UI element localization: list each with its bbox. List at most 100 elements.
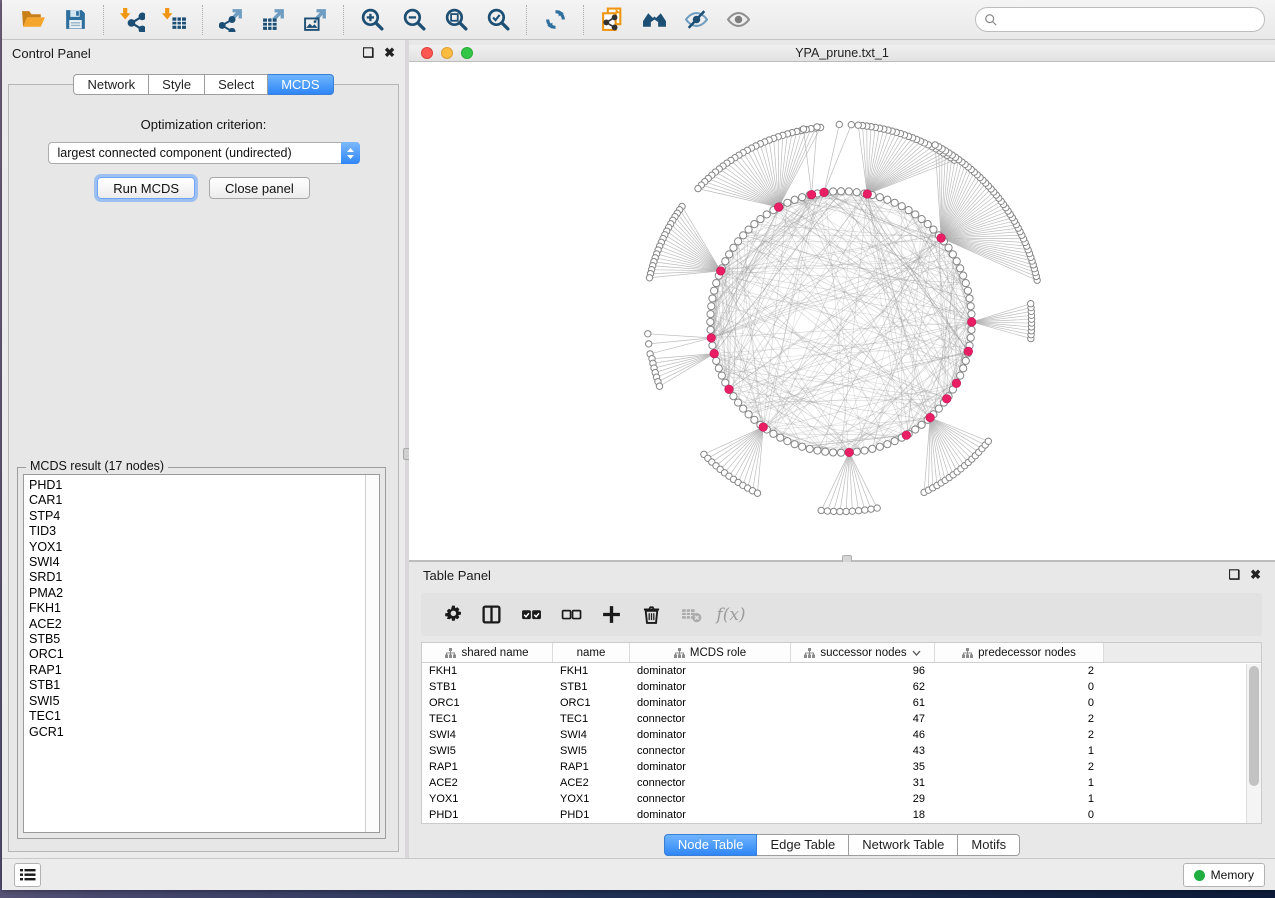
mcds-result-item[interactable]: CAR1 [29,493,379,508]
table-scrollbar-thumb[interactable] [1249,666,1259,786]
open-folder-icon[interactable] [12,4,54,36]
mcds-result-item[interactable]: TEC1 [29,709,379,724]
table-row[interactable]: FKH1FKH1dominator962 [422,663,1261,679]
import-network-icon[interactable] [111,4,153,36]
cell-shared-name: RAP1 [422,759,553,775]
hide-partial-eye-icon[interactable] [675,4,717,36]
column-header-name[interactable]: name [553,643,630,662]
table-panel-titlebar: Table Panel ❏ ✖ [409,562,1275,588]
mcds-result-item[interactable]: STB1 [29,678,379,693]
search-input[interactable] [998,13,1264,27]
zoom-selected-icon[interactable] [477,4,519,36]
table-row[interactable]: SWI5SWI5connector431 [422,743,1261,759]
tab-edge-table[interactable]: Edge Table [757,834,849,856]
network-canvas[interactable] [409,62,1275,560]
mcds-result-item[interactable]: PHD1 [29,478,379,493]
mcds-result-item[interactable]: ACE2 [29,617,379,632]
select-all-icon[interactable] [511,597,551,633]
save-icon[interactable] [54,4,96,36]
table-scrollbar[interactable] [1246,664,1261,823]
search-box[interactable] [975,7,1265,32]
export-image-icon[interactable] [294,4,336,36]
tab-select[interactable]: Select [205,74,268,95]
status-bar: Memory [2,858,1275,890]
deselect-all-icon[interactable] [551,597,591,633]
cell-MCDS-role: connector [630,743,791,759]
network-graph[interactable] [409,62,1275,560]
tab-network-table[interactable]: Network Table [849,834,958,856]
column-header-successor-nodes[interactable]: successor nodes [791,643,935,662]
zoom-in-icon[interactable] [351,4,393,36]
zoom-out-icon[interactable] [393,4,435,36]
table-row[interactable]: PHD1PHD1dominator180 [422,807,1261,823]
table-row[interactable]: YOX1YOX1connector291 [422,791,1261,807]
tab-motifs[interactable]: Motifs [958,834,1020,856]
cell-name: ACE2 [553,775,630,791]
tab-mcds[interactable]: MCDS [268,74,333,95]
task-history-button[interactable] [14,863,41,887]
show-columns-icon[interactable] [471,597,511,633]
tab-network[interactable]: Network [73,74,149,95]
show-eye-icon[interactable] [717,4,759,36]
delete-row-icon[interactable] [631,597,671,633]
cell-name: SWI4 [553,727,630,743]
close-traffic-light[interactable] [421,47,433,59]
toolbar-separator [343,5,344,35]
clone-network-icon[interactable] [591,4,633,36]
mcds-result-item[interactable]: FKH1 [29,601,379,616]
import-table-icon[interactable] [153,4,195,36]
column-header-MCDS-role[interactable]: MCDS role [630,643,791,662]
add-row-icon[interactable] [591,597,631,633]
mcds-result-item[interactable]: GCR1 [29,725,379,740]
cell-shared-name: FKH1 [422,663,553,679]
refresh-icon[interactable] [534,4,576,36]
mcds-result-item[interactable]: PMA2 [29,586,379,601]
mcds-result-item[interactable]: SWI4 [29,555,379,570]
float-panel-icon[interactable]: ❏ [362,45,374,61]
settings-gear-icon[interactable] [431,597,471,633]
table-row[interactable]: ORC1ORC1dominator610 [422,695,1261,711]
maximize-traffic-light[interactable] [461,47,473,59]
float-table-panel-icon[interactable]: ❏ [1228,567,1240,583]
close-panel-icon[interactable]: ✖ [384,45,395,61]
table-row[interactable]: STB1STB1dominator620 [422,679,1261,695]
zoom-fit-icon[interactable] [435,4,477,36]
table-header-row: shared namenameMCDS rolesuccessor nodesp… [422,643,1261,663]
run-mcds-button[interactable]: Run MCDS [97,177,195,199]
mcds-result-item[interactable]: YOX1 [29,540,379,555]
tab-style[interactable]: Style [149,74,205,95]
mcds-result-item[interactable]: SRD1 [29,570,379,585]
mcds-result-item[interactable]: TID3 [29,524,379,539]
cell-successor-nodes: 43 [791,743,935,759]
minimize-traffic-light[interactable] [441,47,453,59]
close-table-panel-icon[interactable]: ✖ [1250,567,1261,583]
search-binoculars-icon[interactable] [633,4,675,36]
table-row[interactable]: TEC1TEC1connector472 [422,711,1261,727]
search-icon [984,13,998,27]
close-panel-button[interactable]: Close panel [209,177,310,199]
export-network-icon[interactable] [210,4,252,36]
column-header-predecessor-nodes[interactable]: predecessor nodes [935,643,1104,662]
dropdown-selected-value: largest connected component (undirected) [49,146,341,160]
memory-label: Memory [1211,868,1254,882]
mcds-result-item[interactable]: ORC1 [29,647,379,662]
cell-predecessor-nodes: 2 [935,759,1104,775]
tab-node-table[interactable]: Node Table [664,834,758,856]
memory-button[interactable]: Memory [1183,863,1265,887]
mcds-result-item[interactable]: STP4 [29,509,379,524]
toolbar-separator [526,5,527,35]
mcds-result-item[interactable]: RAP1 [29,663,379,678]
column-header-shared-name[interactable]: shared name [422,643,553,662]
optimization-criterion-dropdown[interactable]: largest connected component (undirected) [48,142,360,164]
cell-MCDS-role: dominator [630,679,791,695]
table-row[interactable]: RAP1RAP1dominator352 [422,759,1261,775]
mcds-result-list[interactable]: PHD1CAR1STP4TID3YOX1SWI4SRD1PMA2FKH1ACE2… [23,474,380,833]
export-table-icon[interactable] [252,4,294,36]
table-row[interactable]: ACE2ACE2connector311 [422,775,1261,791]
mcds-result-item[interactable]: STB5 [29,632,379,647]
cell-shared-name: YOX1 [422,791,553,807]
mcds-list-scrollbar[interactable] [365,475,379,832]
control-panel-tabs: NetworkStyleSelectMCDS [2,74,405,95]
mcds-result-item[interactable]: SWI5 [29,694,379,709]
table-row[interactable]: SWI4SWI4dominator462 [422,727,1261,743]
